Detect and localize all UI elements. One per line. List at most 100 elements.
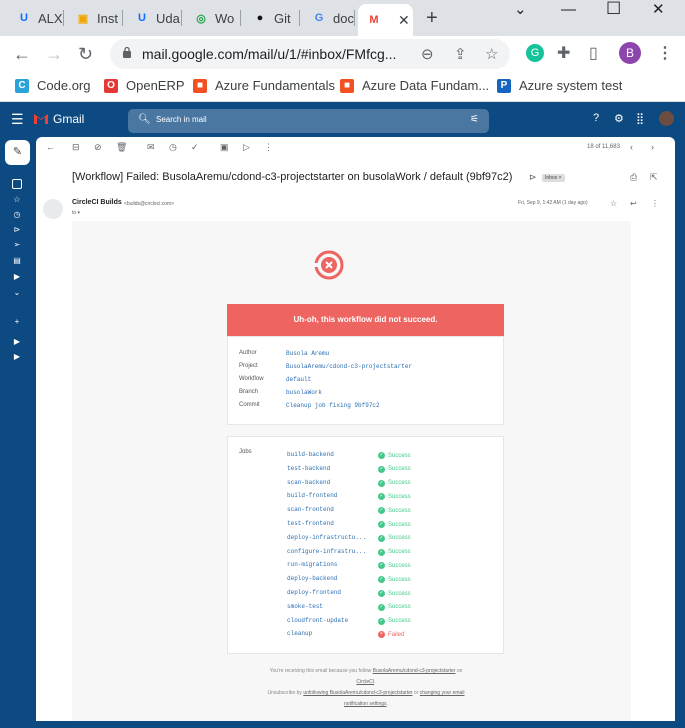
profile-avatar[interactable]: B	[619, 42, 641, 64]
star-icon[interactable]: ☆	[610, 199, 617, 208]
inbox-label-chip[interactable]: Inbox ×	[542, 174, 565, 182]
job-name-link[interactable]: scan-backend	[287, 479, 373, 486]
browser-tab[interactable]: Gdoc	[303, 6, 355, 30]
inbox-icon[interactable]	[12, 179, 22, 189]
browser-tab[interactable]: M ✕	[358, 4, 413, 36]
tab-separator	[354, 10, 355, 26]
older-icon[interactable]: ›	[651, 142, 654, 152]
label-tag-icon[interactable]: ▶	[12, 337, 22, 347]
compose-button[interactable]: ✎	[5, 140, 30, 165]
job-name-link[interactable]: scan-frontend	[287, 506, 373, 513]
grammarly-extension-icon[interactable]: G	[526, 44, 544, 62]
search-options-icon[interactable]: ⚟	[470, 114, 479, 125]
label-icon[interactable]: ▶	[12, 272, 22, 282]
important-icon[interactable]: ⊳	[12, 225, 22, 235]
tab-search-icon[interactable]: ⌄	[514, 0, 527, 18]
maximize-button[interactable]: ☐	[606, 0, 621, 19]
job-name-link[interactable]: run-migrations	[287, 561, 373, 568]
side-panel-icon[interactable]: ▯	[589, 43, 598, 63]
browser-tab[interactable]: ▣ Inst	[67, 6, 123, 30]
zoom-icon[interactable]: ⊖	[421, 45, 434, 63]
main-menu-icon[interactable]: ☰	[11, 111, 24, 128]
job-name-link[interactable]: deploy-backend	[287, 575, 373, 582]
browser-tab[interactable]: U ALX	[8, 6, 64, 30]
job-name-link[interactable]: test-frontend	[287, 520, 373, 527]
reload-icon[interactable]: ↻	[78, 44, 93, 65]
detail-value[interactable]: Cleanup job fixing 9bf97c2	[286, 402, 380, 409]
lock-icon	[123, 46, 131, 58]
bookmark-item[interactable]: ■ Azure Fundamentals	[193, 78, 335, 93]
minimize-button[interactable]: —	[561, 1, 576, 18]
job-status-text: Success	[388, 493, 411, 500]
support-icon[interactable]: ?	[593, 112, 599, 124]
job-name-link[interactable]: build-frontend	[287, 492, 373, 499]
job-name-link[interactable]: cleanup	[287, 630, 373, 637]
mail-search-bar[interactable]: 🔍︎ Search in mail ⚟	[128, 109, 489, 133]
job-name-link[interactable]: build-backend	[287, 451, 373, 458]
job-name-link[interactable]: smoke-test	[287, 603, 373, 610]
report-spam-icon[interactable]: ⊘	[94, 142, 102, 153]
back-icon[interactable]: ←	[13, 44, 31, 65]
search-icon[interactable]: 🔍︎	[138, 114, 151, 125]
footer-unfollow-link[interactable]: unfollowing BusolaAremu/cdond-c3-project…	[303, 690, 412, 696]
bookmark-item[interactable]: C Code.org	[15, 78, 90, 93]
delete-icon[interactable]: 🗑︎	[116, 142, 127, 153]
tab-label: ALX	[38, 10, 63, 26]
address-bar[interactable]: mail.google.com/mail/u/1/#inbox/FMfcg...…	[110, 39, 510, 69]
job-name-link[interactable]: deploy-infrastructu...	[287, 534, 373, 541]
tab-label: Git	[274, 10, 291, 26]
footer-settings-link[interactable]: changing your email	[420, 690, 465, 696]
extensions-icon[interactable]: ✚	[557, 43, 570, 63]
move-to-icon[interactable]: ▣	[220, 142, 229, 153]
back-to-inbox-icon[interactable]: ←	[46, 142, 55, 152]
forward-icon[interactable]: →	[45, 44, 63, 65]
bookmark-star-icon[interactable]: ☆	[485, 45, 498, 63]
importance-marker-icon[interactable]: ⊳	[529, 172, 537, 183]
job-name-link[interactable]: deploy-frontend	[287, 589, 373, 596]
open-new-window-icon[interactable]: ⇱	[650, 172, 658, 183]
bookmark-item[interactable]: P Azure system test	[497, 78, 622, 93]
browser-tab[interactable]: ◎ Wo	[185, 6, 241, 30]
job-name-link[interactable]: test-backend	[287, 465, 373, 472]
footer-notification-link[interactable]: notification settings	[344, 701, 387, 707]
mark-unread-icon[interactable]: ✉	[147, 142, 155, 153]
footer-circleci-link[interactable]: CircleCI	[356, 679, 374, 685]
snoozed-icon[interactable]: ◷	[12, 210, 22, 220]
share-icon[interactable]: ⇪	[454, 45, 467, 63]
add-label-icon[interactable]: +	[12, 317, 22, 327]
labels-icon[interactable]: ▷	[243, 142, 250, 153]
recipients-toggle[interactable]: to ▾	[72, 210, 80, 216]
archive-icon[interactable]: ⊟	[72, 142, 80, 153]
sent-icon[interactable]: ➢	[12, 240, 22, 250]
reply-icon[interactable]: ↩	[630, 199, 637, 208]
more-actions-icon[interactable]: ⋮	[264, 142, 273, 153]
starred-icon[interactable]: ☆	[12, 195, 22, 205]
new-tab-button[interactable]: +	[426, 7, 438, 30]
job-name-link[interactable]: cloudfront-update	[287, 617, 373, 624]
drafts-icon[interactable]: ▤	[12, 256, 22, 266]
jobs-card: Jobs build-backend ✓ Success test-backend ✓ S…	[227, 436, 504, 654]
add-to-tasks-icon[interactable]: ✓	[191, 142, 199, 153]
browser-tab[interactable]: U Uda	[126, 6, 182, 30]
close-window-button[interactable]: ✕	[652, 0, 665, 18]
print-icon[interactable]: ⎙	[630, 172, 637, 183]
settings-gear-icon[interactable]: ⚙	[614, 112, 624, 125]
job-name-link[interactable]: configure-infrastru...	[287, 548, 373, 555]
close-tab-icon[interactable]: ✕	[398, 12, 410, 29]
snooze-icon[interactable]: ◷	[169, 142, 177, 153]
chrome-menu-icon[interactable]: ⋮	[657, 43, 673, 63]
tab-separator	[181, 10, 182, 26]
account-avatar[interactable]	[659, 111, 674, 126]
newer-icon[interactable]: ‹	[630, 142, 633, 152]
footer-project-link[interactable]: BusolaAremu/cdond-c3-projectstarter	[373, 668, 456, 674]
job-status-text: Success	[388, 480, 411, 487]
bookmark-item[interactable]: ■ Azure Data Fundam...	[340, 78, 489, 93]
browser-tab[interactable]: ● Git	[244, 6, 300, 30]
bookmark-item[interactable]: O OpenERP	[104, 78, 185, 93]
apps-grid-icon[interactable]: ⣿	[636, 112, 644, 125]
label-tag-icon-2[interactable]: ▶	[12, 352, 22, 362]
message-more-icon[interactable]: ⋮	[651, 199, 659, 208]
detail-value: default	[286, 376, 312, 383]
success-check-icon: ✓	[378, 590, 385, 597]
more-chevron-icon[interactable]: ⌄	[12, 288, 22, 298]
